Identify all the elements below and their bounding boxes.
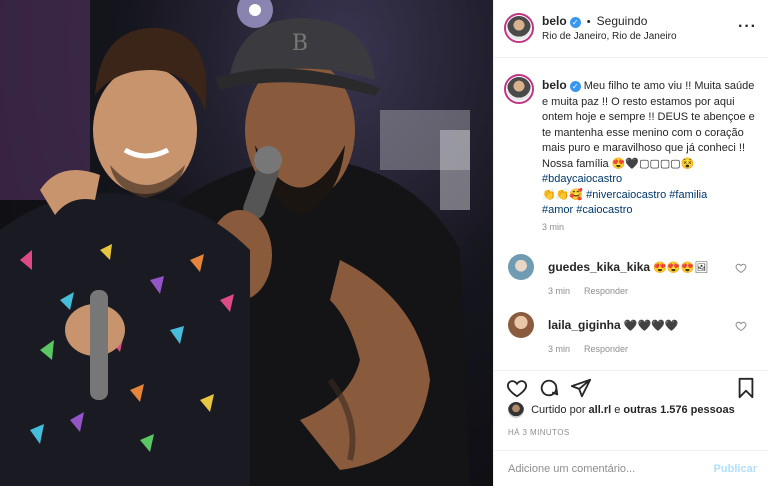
caption-username[interactable]: belo: [542, 78, 567, 92]
comment-item: laila_giginha 🖤🖤🖤🖤 3 min Responder: [494, 312, 768, 362]
likes-prefix: Curtido por: [531, 403, 586, 416]
author-avatar[interactable]: [504, 13, 534, 43]
likes-others-link[interactable]: outras 1.576 pessoas: [623, 404, 734, 416]
comment-heart-icon[interactable]: [735, 320, 747, 332]
commenter-username[interactable]: laila_giginha: [548, 318, 621, 332]
commenter-avatar[interactable]: [508, 254, 534, 280]
caption-text: belo ✓ Meu filho te amo viu !! Muita saúd…: [542, 78, 756, 219]
heart-icon[interactable]: [506, 377, 528, 399]
comment-body: 🖤🖤🖤🖤: [623, 320, 679, 332]
caption-emoji: 👏👏🥰: [542, 188, 584, 201]
comment-meta: 3 min Responder: [548, 286, 628, 296]
post-header: belo ✓ • Seguindo Rio de Janeiro, Rio de …: [494, 0, 768, 58]
liker-username[interactable]: all.rl: [589, 404, 612, 416]
reply-button[interactable]: Responder: [584, 344, 628, 354]
reply-button[interactable]: Responder: [584, 286, 628, 296]
bookmark-icon[interactable]: [735, 377, 757, 399]
post-timestamp[interactable]: HÁ 3 MINUTOS: [508, 428, 570, 437]
likes-summary: Curtido por all.rl e outras 1.576 pessoa…: [508, 402, 735, 422]
comment-meta: 3 min Responder: [548, 344, 628, 354]
post-location[interactable]: Rio de Janeiro, Rio de Janeiro: [542, 31, 677, 42]
more-options-icon[interactable]: ···: [738, 18, 757, 36]
comment-input[interactable]: Adicione um comentário...: [508, 463, 635, 475]
header-title-line: belo ✓ • Seguindo: [542, 14, 647, 28]
liker-avatar[interactable]: [508, 402, 524, 418]
verified-icon: ✓: [569, 81, 581, 92]
commenter-username[interactable]: guedes_kika_kika: [548, 260, 650, 274]
instagram-post: B belo ✓ • Seguindo Rio de Janeiro, Rio …: [0, 0, 768, 486]
svg-text:B: B: [292, 31, 308, 56]
publish-button[interactable]: Publicar: [714, 463, 757, 475]
comment-item: guedes_kika_kika 😍😍😍🖼 3 min Responder: [494, 254, 768, 304]
share-icon[interactable]: [570, 377, 592, 399]
photo-illustration: B: [0, 0, 470, 486]
post-photo[interactable]: B: [0, 0, 493, 486]
comment-time[interactable]: 3 min: [548, 286, 570, 296]
comment-time[interactable]: 3 min: [548, 344, 570, 354]
likes-conjunction: e: [614, 403, 621, 416]
separator-dot: •: [586, 16, 591, 28]
caption-body: Meu filho te amo viu !! Muita saúde e mu…: [542, 80, 755, 170]
comment-icon[interactable]: [538, 377, 560, 399]
comment-body: 😍😍😍🖼: [653, 262, 709, 274]
comment-text: guedes_kika_kika 😍😍😍🖼: [548, 260, 708, 274]
follow-status-button[interactable]: Seguindo: [597, 14, 648, 28]
hashtag-link[interactable]: #amor #caiocastro: [542, 204, 633, 216]
verified-icon: ✓: [569, 17, 581, 28]
caption-author-avatar[interactable]: [504, 74, 534, 104]
comment-composer: Adicione um comentário... Publicar: [494, 450, 768, 486]
post-side-panel: belo ✓ • Seguindo Rio de Janeiro, Rio de …: [493, 0, 768, 486]
comment-text: laila_giginha 🖤🖤🖤🖤: [548, 318, 679, 332]
comment-heart-icon[interactable]: [735, 262, 747, 274]
author-username[interactable]: belo: [542, 14, 567, 28]
action-bar: [494, 370, 768, 402]
hashtag-link[interactable]: #nivercaiocastro #familia: [586, 189, 707, 201]
hashtag-link[interactable]: #bdaycaiocastro: [542, 173, 622, 185]
commenter-avatar[interactable]: [508, 312, 534, 338]
caption-timestamp[interactable]: 3 min: [542, 222, 564, 232]
